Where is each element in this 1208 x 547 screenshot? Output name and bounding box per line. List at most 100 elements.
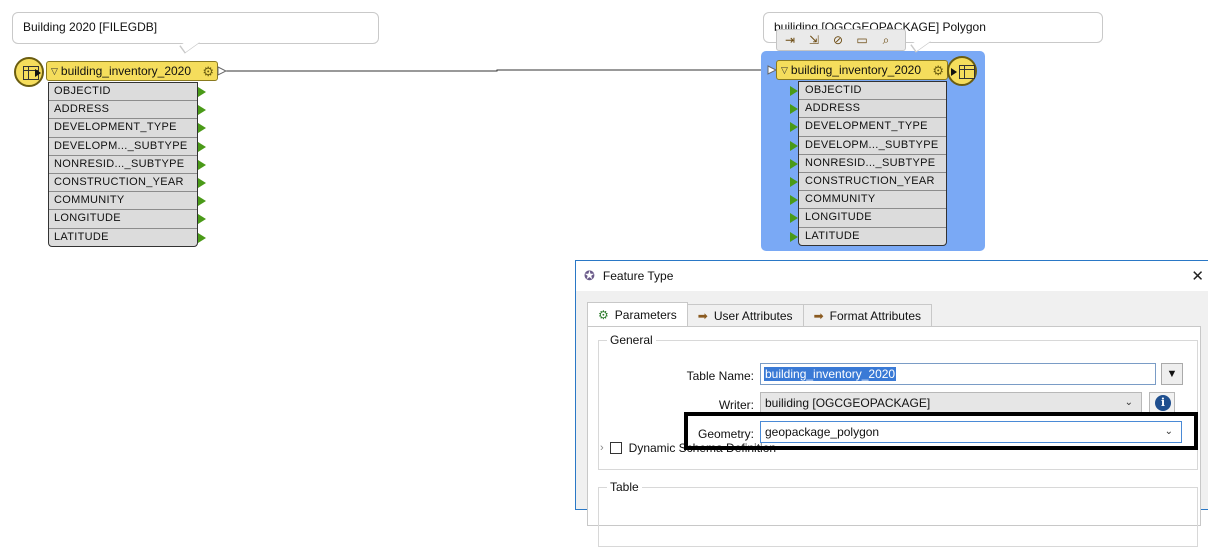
- feature-type-icon: ✪: [584, 268, 595, 283]
- arrow-right-icon: ➡: [697, 308, 708, 323]
- left-feature-type-header[interactable]: ▽ building_inventory_2020 ⚙: [46, 61, 218, 81]
- attribute-row[interactable]: DEVELOPMENT_TYPE: [49, 119, 206, 138]
- attribute-row[interactable]: COMMUNITY: [49, 192, 206, 211]
- gear-icon[interactable]: ⚙: [202, 64, 214, 80]
- info-icon: i: [1155, 395, 1171, 411]
- attribute-name: ADDRESS: [54, 103, 110, 116]
- dialog-title: Feature Type: [602, 269, 674, 283]
- attribute-row[interactable]: OBJECTID: [49, 83, 206, 102]
- expand-chevron-icon[interactable]: ›: [600, 442, 604, 454]
- attribute-port-icon[interactable]: [198, 123, 206, 134]
- close-icon[interactable]: ✕: [1191, 267, 1204, 285]
- left-feature-type-name: building_inventory_2020: [60, 64, 192, 78]
- tab-user-attributes[interactable]: ➡ User Attributes: [686, 304, 804, 326]
- dialog-titlebar[interactable]: ✪ Feature Type ✕: [576, 261, 1208, 291]
- attribute-name: OBJECTID: [805, 84, 862, 96]
- attribute-port-icon[interactable]: [790, 176, 798, 187]
- attribute-port-icon[interactable]: [198, 159, 206, 170]
- inspect-icon[interactable]: ⌕: [877, 32, 895, 48]
- attribute-name: OBJECTID: [54, 85, 111, 97]
- attribute-name: LATITUDE: [805, 229, 860, 242]
- attribute-name: NONRESID..._SUBTYPE: [54, 157, 185, 170]
- attribute-name: DEVELOPMENT_TYPE: [54, 121, 177, 134]
- tab-format-attributes[interactable]: ➡ Format Attributes: [802, 304, 932, 326]
- table-group: Table: [598, 480, 1198, 547]
- left-attribute-list: OBJECTID ADDRESS DEVELOPMENT_TYPE DEVELOPM.…: [48, 82, 206, 247]
- attribute-name: LATITUDE: [54, 230, 109, 243]
- gear-icon[interactable]: ⚙: [932, 63, 944, 79]
- disable-icon[interactable]: ⊘: [829, 32, 847, 48]
- tab-label: User Attributes: [713, 308, 793, 323]
- attribute-name: CONSTRUCTION_YEAR: [54, 175, 184, 188]
- import-icon[interactable]: ⇲: [805, 32, 823, 48]
- general-group-label: General: [607, 333, 656, 347]
- collapse-triangle-icon[interactable]: ▽: [781, 65, 788, 76]
- table-group-label: Table: [607, 480, 642, 494]
- table-name-dropdown-button[interactable]: ▼: [1161, 363, 1183, 385]
- attribute-name: DEVELOPM..._SUBTYPE: [805, 138, 939, 151]
- chevron-down-icon: ⌄: [1124, 397, 1133, 408]
- feature-type-dialog: ✪ Feature Type ✕ ⚙ Parameters ➡ User Att…: [575, 260, 1208, 547]
- collapse-triangle-icon[interactable]: ▽: [51, 66, 58, 77]
- folder-icon[interactable]: ▭: [853, 32, 871, 48]
- table-icon: [959, 65, 975, 79]
- right-feature-type-name: building_inventory_2020: [790, 63, 922, 77]
- attribute-row[interactable]: LATITUDE: [790, 228, 946, 246]
- node-toolbar: ⇥ ⇲ ⊘ ▭ ⌕: [776, 29, 906, 51]
- output-port-icon[interactable]: [217, 66, 227, 76]
- attribute-name: CONSTRUCTION_YEAR: [805, 174, 935, 187]
- attribute-port-icon[interactable]: [198, 214, 206, 225]
- arrow-icon: [951, 68, 957, 76]
- attribute-port-icon[interactable]: [790, 140, 798, 151]
- attribute-port-icon[interactable]: [790, 231, 798, 242]
- attribute-port-icon[interactable]: [198, 105, 206, 116]
- writer-label: Writer:: [718, 398, 754, 412]
- attribute-port-icon[interactable]: [198, 232, 206, 243]
- attribute-row[interactable]: NONRESID..._SUBTYPE: [49, 156, 206, 174]
- attribute-row[interactable]: CONSTRUCTION_YEAR: [49, 174, 206, 193]
- table-name-label: Table Name:: [686, 369, 754, 383]
- attribute-port-icon[interactable]: [198, 196, 206, 207]
- writer-select[interactable]: builiding [OGCGEOPACKAGE] ⌄: [760, 392, 1142, 414]
- right-attribute-list: OBJECTID ADDRESS DEVELOPMENT_TYPE DEVELOPM.…: [790, 81, 947, 246]
- gear-icon: ⚙: [598, 307, 609, 322]
- attribute-row[interactable]: COMMUNITY: [790, 191, 946, 210]
- attribute-name: LONGITUDE: [805, 211, 872, 224]
- attribute-row[interactable]: NONRESID..._SUBTYPE: [790, 155, 946, 173]
- attribute-port-icon[interactable]: [790, 104, 798, 115]
- attribute-port-icon[interactable]: [198, 87, 206, 97]
- info-button[interactable]: i: [1149, 392, 1175, 414]
- attribute-port-icon[interactable]: [790, 195, 798, 206]
- reader-feature-type-icon[interactable]: [14, 57, 44, 87]
- attribute-port-icon[interactable]: [790, 213, 798, 224]
- attribute-port-icon[interactable]: [790, 86, 798, 96]
- writer-value: builiding [OGCGEOPACKAGE]: [765, 396, 931, 410]
- arrow-icon: [35, 69, 41, 77]
- attribute-row[interactable]: DEVELOPMENT_TYPE: [790, 118, 946, 137]
- attribute-row[interactable]: LONGITUDE: [49, 210, 206, 229]
- attribute-row[interactable]: DEVELOPM..._SUBTYPE: [790, 137, 946, 155]
- dynamic-schema-checkbox[interactable]: [609, 442, 622, 454]
- attribute-row[interactable]: LONGITUDE: [790, 209, 946, 228]
- insert-icon[interactable]: ⇥: [781, 32, 799, 48]
- attribute-port-icon[interactable]: [790, 158, 798, 169]
- attribute-port-icon[interactable]: [198, 141, 206, 152]
- attribute-row[interactable]: CONSTRUCTION_YEAR: [790, 173, 946, 192]
- attribute-port-icon[interactable]: [198, 177, 206, 188]
- table-name-value: building_inventory_2020: [764, 367, 897, 381]
- attribute-row[interactable]: ADDRESS: [790, 100, 946, 119]
- writer-feature-type-icon[interactable]: [947, 56, 977, 86]
- attribute-port-icon[interactable]: [790, 122, 798, 133]
- arrow-right-icon: ➡: [813, 308, 824, 323]
- attribute-row[interactable]: OBJECTID: [790, 82, 946, 101]
- attribute-name: DEVELOPM..._SUBTYPE: [54, 139, 188, 152]
- attribute-row[interactable]: ADDRESS: [49, 101, 206, 120]
- tab-label: Format Attributes: [829, 308, 921, 323]
- tab-label: Parameters: [614, 307, 677, 322]
- tab-parameters[interactable]: ⚙ Parameters: [587, 302, 688, 326]
- attribute-row[interactable]: DEVELOPM..._SUBTYPE: [49, 138, 206, 156]
- right-feature-type-header[interactable]: ▽ building_inventory_2020 ⚙: [776, 60, 948, 80]
- table-name-field[interactable]: building_inventory_2020: [760, 363, 1156, 385]
- left-annotation[interactable]: Building 2020 [FILEGDB]: [12, 12, 379, 54]
- attribute-row[interactable]: LATITUDE: [49, 229, 206, 247]
